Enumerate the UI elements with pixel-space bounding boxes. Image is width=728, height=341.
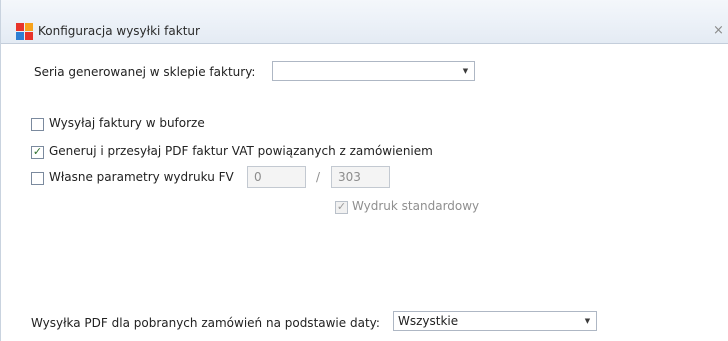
standard-print-checkbox[interactable]: ✓ (335, 200, 348, 214)
standard-print-label: Wydruk standardowy (352, 199, 480, 213)
config-dialog: Konfiguracja wysyłki faktur × Seria gene… (0, 0, 728, 341)
window-title: Konfiguracja wysyłki faktur (38, 24, 200, 38)
buffer-checkbox-label[interactable]: Wysyłaj faktury w buforze (49, 116, 205, 130)
print-param-b-input[interactable]: 303 (331, 166, 390, 188)
print-params-label[interactable]: Własne parametry wydruku FV (49, 170, 234, 184)
print-params-checkbox[interactable] (31, 172, 44, 185)
print-param-b-value: 303 (338, 170, 361, 184)
series-combo[interactable]: ▼ (272, 61, 475, 81)
title-bar: Konfiguracja wysyłki faktur × (1, 0, 728, 44)
checkmark-icon: ✓ (32, 145, 43, 158)
app-logo-icon (16, 23, 33, 40)
date-send-label: Wysyłka PDF dla pobranych zamówień na po… (31, 316, 380, 330)
buffer-checkbox[interactable] (31, 118, 44, 131)
param-separator: / (316, 170, 321, 184)
pdf-checkbox[interactable]: ✓ (31, 145, 44, 159)
date-send-combo[interactable]: Wszystkie ▼ (393, 311, 597, 331)
close-icon[interactable]: × (713, 22, 728, 40)
print-param-a-value: 0 (254, 170, 262, 184)
print-param-a-input[interactable]: 0 (247, 166, 306, 188)
series-label: Seria generowanej w sklepie faktury: (34, 65, 256, 79)
checkmark-icon: ✓ (336, 200, 347, 213)
chevron-down-icon[interactable]: ▼ (579, 312, 596, 330)
pdf-checkbox-label[interactable]: Generuj i przesyłaj PDF faktur VAT powią… (49, 144, 433, 158)
date-send-combo-value: Wszystkie (398, 314, 459, 328)
chevron-down-icon[interactable]: ▼ (457, 62, 474, 80)
